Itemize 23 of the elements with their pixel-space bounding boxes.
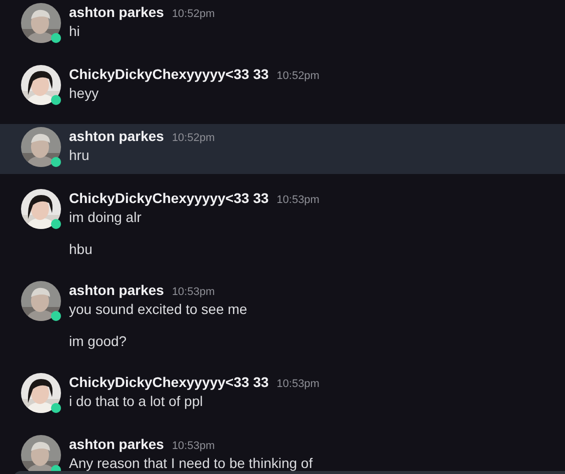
- message-text: Any reason that I need to be thinking of: [69, 454, 313, 473]
- author-name: ashton parkes: [69, 435, 164, 453]
- timestamp: 10:53pm: [276, 377, 320, 392]
- author-name: ashton parkes: [69, 281, 164, 299]
- author-name: ashton parkes: [69, 127, 164, 145]
- message-text: im doing alr: [69, 208, 142, 227]
- message-text: heyy: [69, 84, 100, 103]
- message-text: i do that to a lot of ppl: [69, 392, 204, 411]
- author-name: ChickyDickyChexyyyyy<33 33: [69, 65, 269, 83]
- timestamp: 10:53pm: [172, 285, 215, 300]
- author-name: ChickyDickyChexyyyyy<33 33: [69, 373, 269, 391]
- author-name: ChickyDickyChexyyyyy<33 33: [69, 189, 269, 207]
- timestamp: 10:53pm: [172, 439, 215, 454]
- timestamp: 10:52pm: [172, 7, 215, 22]
- message-text: hbu: [69, 240, 94, 259]
- timestamp: 10:53pm: [276, 193, 320, 208]
- timestamp: 10:52pm: [172, 131, 215, 146]
- timestamp: 10:52pm: [276, 69, 320, 84]
- author-name: ashton parkes: [69, 3, 164, 21]
- message-text: hru: [69, 146, 90, 165]
- message-text: you sound excited to see me: [69, 300, 248, 319]
- message-text: hi: [69, 22, 81, 41]
- message-text: im good?: [69, 332, 128, 351]
